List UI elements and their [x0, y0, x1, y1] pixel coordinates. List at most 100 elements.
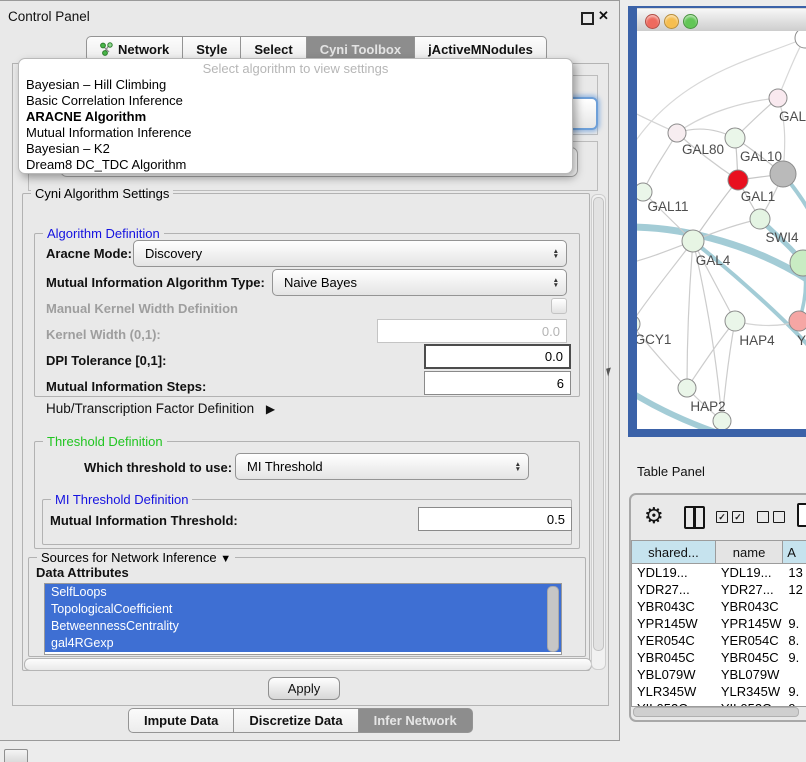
aracne-mode-combo[interactable]: Discovery ▲▼	[133, 240, 567, 267]
table-cell: YBL079W	[632, 667, 716, 682]
list-scrollbar[interactable]	[547, 586, 559, 652]
network-icon	[100, 42, 113, 56]
node-label: GAL1	[741, 189, 776, 204]
table-cell: 8.	[783, 633, 806, 648]
network-view-canvas[interactable]: GALGAL80GAL10GAL1GAL11SWI4GAL4GCY1HAP4YH…	[637, 31, 806, 429]
apply-button[interactable]: Apply	[268, 677, 340, 700]
network-node[interactable]	[795, 31, 806, 48]
column-header-partial[interactable]: A	[783, 541, 806, 563]
table-cell: YER054C	[632, 633, 716, 648]
which-threshold-combo[interactable]: MI Threshold ▲▼	[235, 453, 529, 480]
table-panel-title: Table Panel	[637, 464, 705, 479]
network-node[interactable]	[750, 209, 770, 229]
screen: Control Panel ✕ Network Style Select Cyn…	[0, 0, 806, 762]
menu-item-mutual-information[interactable]: Mutual Information Inference	[19, 125, 572, 141]
collapsed-panel-icon[interactable]	[4, 749, 28, 762]
table-row[interactable]: YBR045CYBR045C9.	[632, 649, 806, 666]
network-node[interactable]	[637, 315, 640, 333]
dpi-tolerance-input[interactable]: 0.0	[424, 344, 571, 369]
group-title: Algorithm Definition	[43, 226, 164, 241]
manual-kernel-checkbox[interactable]	[551, 298, 567, 314]
network-edge	[643, 133, 677, 192]
network-node[interactable]	[668, 124, 686, 142]
list-item[interactable]: gal4RGexp	[45, 635, 561, 652]
network-node[interactable]	[678, 379, 696, 397]
table-row[interactable]: YIL052CYIL052C9	[632, 700, 806, 707]
network-edge	[687, 241, 693, 388]
node-label: GAL	[779, 109, 806, 124]
column-header-shared-name[interactable]: shared...	[632, 541, 716, 563]
table-row[interactable]: YBL079WYBL079W	[632, 666, 806, 683]
control-panel-window: Control Panel ✕ Network Style Select Cyn…	[0, 0, 620, 741]
node-label: GAL4	[696, 253, 731, 268]
menu-item-bayesian-k2[interactable]: Bayesian – K2	[19, 141, 572, 157]
list-item[interactable]: SelfLoops	[45, 584, 561, 601]
checked-box-icon[interactable]: ✓	[732, 511, 744, 523]
network-node[interactable]	[770, 161, 796, 187]
mi-type-combo[interactable]: Naive Bayes ▲▼	[272, 269, 567, 296]
table-cell: YDL19...	[632, 565, 716, 580]
list-item[interactable]: TopologicalCoefficient	[45, 601, 561, 618]
table-header-row: shared... name A	[632, 541, 806, 564]
network-window-border	[628, 429, 806, 437]
unchecked-box-icon[interactable]	[773, 511, 785, 523]
mi-steps-input[interactable]: 6	[424, 371, 571, 395]
combo-value: Discovery	[145, 246, 202, 261]
vertical-scrollbar[interactable]	[591, 194, 606, 670]
node-label: GAL10	[740, 149, 782, 164]
table-cell: YLR345W	[632, 684, 716, 699]
network-node[interactable]	[725, 128, 745, 148]
table-row[interactable]: YER054CYER054C8.	[632, 632, 806, 649]
menu-item-dream8[interactable]: Dream8 DC_TDC Algorithm	[19, 157, 572, 173]
network-node[interactable]	[725, 311, 745, 331]
table-cell: YBR045C	[632, 650, 716, 665]
tab-infer-network[interactable]: Infer Network	[359, 708, 473, 733]
network-node[interactable]	[789, 311, 806, 331]
spinner-arrows-icon: ▲▼	[553, 278, 559, 288]
menu-item-basic-correlation[interactable]: Basic Correlation Inference	[19, 93, 572, 109]
network-window-titlebar[interactable]	[637, 8, 806, 33]
tab-impute-data[interactable]: Impute Data	[128, 708, 234, 733]
table-cell: YDR27...	[716, 582, 784, 597]
gear-icon[interactable]: ⚙	[644, 503, 664, 529]
menu-item-bayesian-hill-climbing[interactable]: Bayesian – Hill Climbing	[19, 77, 572, 93]
document-icon[interactable]	[797, 503, 806, 527]
columns-icon[interactable]	[684, 506, 705, 529]
network-node[interactable]	[713, 412, 731, 429]
kernel-width-input[interactable]: 0.0	[377, 319, 567, 343]
node-table: shared... name A YDL19...YDL19...13YDR27…	[631, 540, 806, 707]
mi-threshold-label: Mutual Information Threshold:	[50, 513, 238, 528]
hub-definition-toggle[interactable]: Hub/Transcription Factor Definition ▶	[46, 401, 275, 416]
table-horizontal-scrollbar[interactable]	[633, 707, 799, 717]
table-cell: 13	[783, 565, 806, 580]
table-row[interactable]: YDR27...YDR27...12	[632, 581, 806, 598]
table-cell: YBR043C	[716, 599, 784, 614]
table-row[interactable]: YBR043CYBR043C	[632, 598, 806, 615]
table-cell: 9.	[783, 684, 806, 699]
expand-arrow-icon: ▶	[266, 402, 275, 416]
tab-label: Network	[118, 42, 169, 57]
unchecked-box-icon[interactable]	[757, 511, 769, 523]
network-node[interactable]	[769, 89, 787, 107]
table-row[interactable]: YDL19...YDL19...13	[632, 564, 806, 581]
table-row[interactable]: YLR345WYLR345W9.	[632, 683, 806, 700]
close-icon[interactable]: ✕	[598, 8, 609, 24]
menu-item-aracne[interactable]: ARACNE Algorithm	[19, 109, 572, 125]
scrollbar-thumb[interactable]	[593, 197, 604, 651]
float-window-icon[interactable]	[581, 12, 594, 25]
horizontal-scrollbar[interactable]	[24, 658, 592, 671]
dropdown-placeholder: Select algorithm to view settings	[19, 59, 572, 77]
minimize-traffic-light[interactable]	[664, 14, 679, 29]
input-value: 0.0	[545, 349, 563, 364]
zoom-traffic-light[interactable]	[683, 14, 698, 29]
network-node[interactable]	[682, 230, 704, 252]
tab-discretize-data[interactable]: Discretize Data	[234, 708, 358, 733]
table-row[interactable]: YPR145WYPR145W9.	[632, 615, 806, 632]
data-attributes-list[interactable]: SelfLoops TopologicalCoefficient Between…	[44, 583, 562, 655]
network-node[interactable]	[728, 170, 748, 190]
close-traffic-light[interactable]	[645, 14, 660, 29]
list-item[interactable]: BetweennessCentrality	[45, 618, 561, 635]
column-header-name[interactable]: name	[716, 541, 783, 563]
mi-threshold-input[interactable]: 0.5	[418, 507, 572, 531]
checked-box-icon[interactable]: ✓	[716, 511, 728, 523]
